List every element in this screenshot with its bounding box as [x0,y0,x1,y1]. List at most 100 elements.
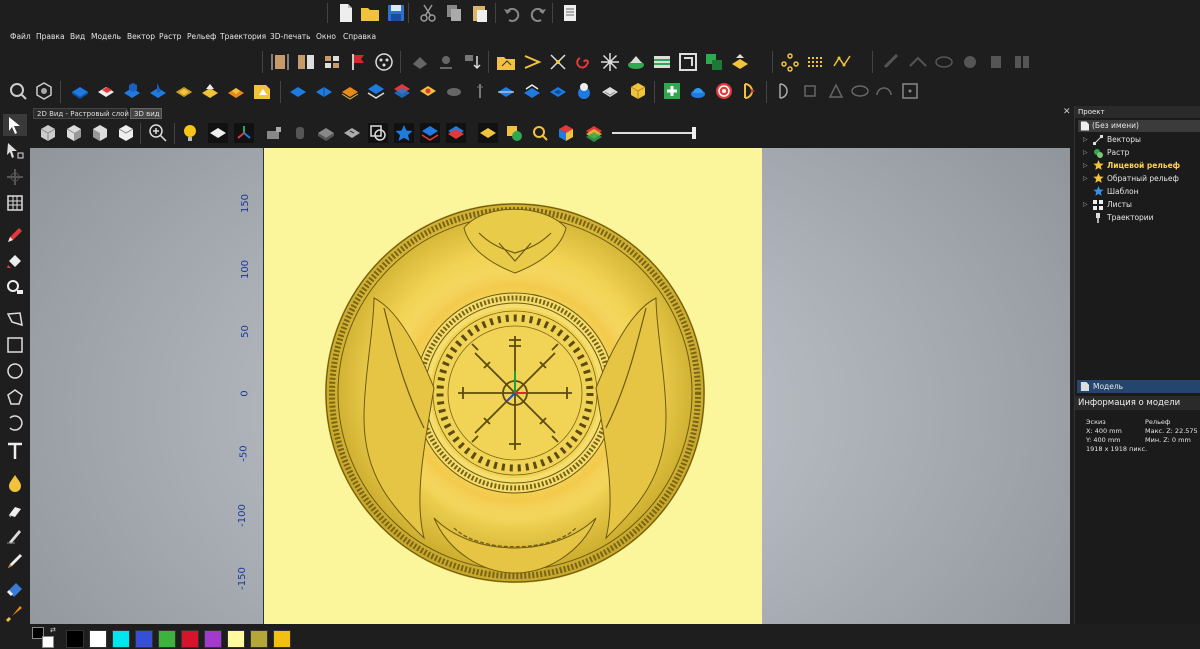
merge-icon[interactable] [704,52,724,72]
texture-icon[interactable] [374,52,394,72]
grid-tool[interactable] [3,192,27,214]
folder-vector-icon[interactable] [496,52,516,72]
open-folder-icon[interactable] [360,3,380,23]
cut-icon[interactable] [418,3,438,23]
fill-tool[interactable] [3,250,27,272]
relief-sweep-icon[interactable] [148,81,168,101]
polygon-tool[interactable] [3,386,27,408]
snap-view-icon[interactable] [368,123,388,143]
brush-tool[interactable] [3,550,27,572]
menu-window[interactable]: Окно [316,32,336,41]
polyline-tool[interactable] [3,308,27,330]
arc-tool[interactable] [3,412,27,434]
paste-icon[interactable] [470,3,490,23]
3d-viewport[interactable]: 150 100 50 0 -50 -100 -150 [30,148,1070,624]
menu-vector[interactable]: Вектор [127,32,155,41]
relief-image-icon[interactable] [252,81,272,101]
relief-extrude-icon[interactable] [122,81,142,101]
disabled-tool-3-icon[interactable] [960,52,980,72]
expand-arrow-icon[interactable]: ▷ [1083,200,1088,210]
zoom-view-icon[interactable] [148,123,168,143]
shape-select-tool[interactable] [3,276,27,298]
axes-icon[interactable] [234,123,254,143]
palette-swatch[interactable] [273,630,291,648]
tree-item-template[interactable]: Шаблон [1083,186,1200,198]
secondary-color-swatch[interactable] [42,636,54,648]
expand-arrow-icon[interactable]: ▷ [1083,148,1088,158]
polyline-nodes-icon[interactable] [832,52,852,72]
intersect-vector-icon[interactable] [548,52,568,72]
shape-editor-icon[interactable] [34,81,54,101]
relief-bake-icon[interactable] [574,81,594,101]
copy-icon[interactable] [444,3,464,23]
circle-tool[interactable] [3,360,27,382]
relief-layer-icon[interactable] [340,81,360,101]
menu-raster[interactable]: Растр [159,32,181,41]
relief-smooth-icon[interactable] [200,81,220,101]
palette-swatch[interactable] [89,630,107,648]
dim-triangle-icon[interactable] [826,81,846,101]
relief-spiral-icon[interactable] [714,81,734,101]
palette-swatch[interactable] [204,630,222,648]
expand-arrow-icon[interactable]: ▷ [1083,174,1088,184]
search-relief-icon[interactable] [530,123,550,143]
view-iso-3-icon[interactable] [90,123,110,143]
redo-icon[interactable] [528,3,548,23]
relief-blue-1-icon[interactable] [288,81,308,101]
relief-pattern-icon[interactable] [174,81,194,101]
relief-split-icon[interactable] [496,81,516,101]
model-tab[interactable]: Модель [1077,380,1200,393]
star-relief-view-icon[interactable] [394,123,414,143]
relief-eraser-icon[interactable] [96,81,116,101]
disabled-tool-4-icon[interactable] [986,52,1006,72]
menu-model[interactable]: Модель [91,32,121,41]
layers-red-icon[interactable] [446,123,466,143]
relief-shell-icon[interactable] [548,81,568,101]
node-edit-tool[interactable] [3,140,27,162]
relief-cube-icon[interactable] [628,81,648,101]
dim-arc-icon[interactable] [874,81,894,101]
menu-3dprint[interactable]: 3D-печать [270,32,311,41]
shade-mix-icon[interactable] [504,123,524,143]
half-circle-icon[interactable] [774,81,794,101]
menu-toolpath[interactable]: Траектория [220,32,266,41]
pencil-tool[interactable] [3,224,27,246]
material-white-icon[interactable] [208,123,228,143]
tree-item-toolpaths[interactable]: Траектории [1083,212,1200,224]
flag-icon[interactable] [348,52,368,72]
relief-dome-icon[interactable] [688,81,708,101]
palette-swatch[interactable] [66,630,84,648]
relief-tile-icon[interactable] [626,52,646,72]
palette-swatch[interactable] [250,630,268,648]
relief-arrow-icon[interactable] [740,81,760,101]
block-solid-icon[interactable] [316,123,336,143]
add-relief-icon[interactable] [662,81,682,101]
relief-eye-icon[interactable] [418,81,438,101]
split-page-icon[interactable] [296,52,316,72]
palette-swatch[interactable] [181,630,199,648]
star-shape-icon[interactable] [600,52,620,72]
relief-blue-2-icon[interactable] [314,81,334,101]
transparency-slider-handle[interactable] [692,127,696,139]
spiral-vector-icon[interactable] [574,52,594,72]
menu-file[interactable]: Файл [10,32,31,41]
view-iso-2-icon[interactable] [64,123,84,143]
tab-2d-raster[interactable]: 2D Вид - Растровый слой [33,108,129,119]
gold-relief-icon[interactable] [730,52,750,72]
tab-3d-view[interactable]: 3D вид [130,108,162,119]
node-points-icon[interactable] [780,52,800,72]
transparency-slider[interactable] [612,132,694,134]
tree-item-sheets[interactable]: ▷ Листы [1083,199,1200,211]
palette-swatch[interactable] [135,630,153,648]
relief-offset-icon[interactable] [522,81,542,101]
color-layers-icon[interactable] [584,123,604,143]
undo-icon[interactable] [502,3,522,23]
tool-tray-icon[interactable] [264,123,284,143]
close-view-icon[interactable]: ✕ [1063,107,1071,117]
expand-arrow-icon[interactable]: ▷ [1083,161,1088,171]
select-tool[interactable] [3,114,27,136]
sculpt-tool[interactable] [3,498,27,520]
smudge-tool[interactable] [3,524,27,546]
block-cut-icon[interactable] [342,123,362,143]
relief-texture-icon[interactable] [600,81,620,101]
